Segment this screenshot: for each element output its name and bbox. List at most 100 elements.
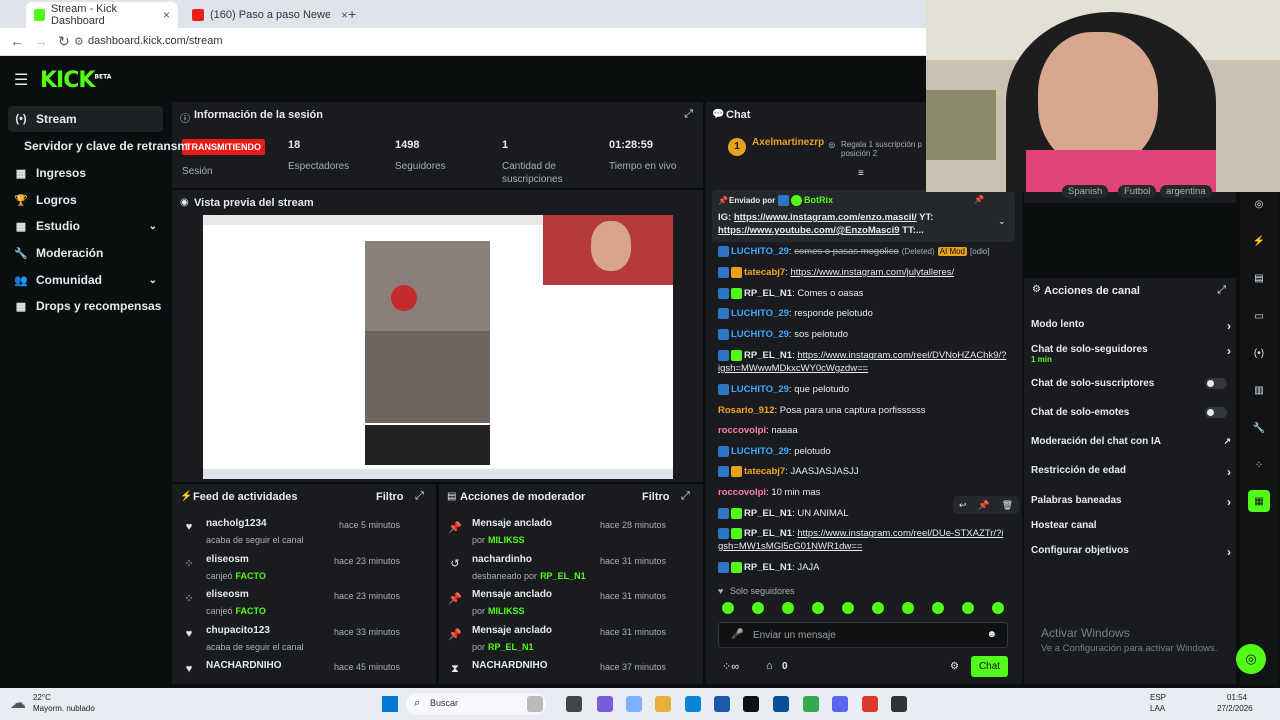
windows-start-icon[interactable] [382,696,398,712]
forward-icon[interactable]: → [34,33,48,49]
tag-chip[interactable]: argentina [1160,185,1212,198]
chat-username[interactable]: RP_EL_N1 [744,508,792,519]
weather-icon[interactable]: ☁ [10,693,26,713]
points-icon[interactable]: ⁘∞ [722,660,739,673]
channel-action-6[interactable]: Palabras baneadas › [1031,495,1231,509]
chevron-right-icon[interactable]: › [1227,344,1231,358]
feed-name[interactable]: eliseosm [206,554,249,565]
close-tab-icon[interactable]: × [341,8,348,22]
channel-action-5[interactable]: Restricción de edad › [1031,465,1231,479]
toggle-switch[interactable] [1205,378,1227,389]
photoshop-icon[interactable] [773,696,789,712]
obs-icon[interactable] [891,696,907,712]
chat-username[interactable]: tatecabj7 [744,466,785,477]
sidebar-item-0[interactable]: (•) Stream [8,106,163,132]
mic-icon[interactable]: 🎤 [731,629,743,640]
document-icon[interactable]: ▤ [1248,267,1270,289]
site-info-icon[interactable]: ⚙ [74,35,84,48]
emote-icon[interactable] [932,602,944,614]
chat-username[interactable]: LUCHITO_29 [731,246,789,257]
store-icon[interactable] [714,696,730,712]
feed-name[interactable]: chupacito123 [206,625,270,636]
gift-box-icon[interactable]: ⌂ [766,660,773,672]
feed-name[interactable]: NACHARDNIHO [472,660,548,671]
clock-time[interactable]: 01:54 [1227,693,1247,702]
tiktok-icon[interactable] [743,696,759,712]
feed-name[interactable]: nachardinho [472,554,532,565]
popout-icon[interactable]: ⤢ [415,490,424,503]
channel-action-0[interactable]: Modo lento › [1031,319,1231,333]
feed-name[interactable]: Mensaje anclado [472,625,552,636]
mod-filter-button[interactable]: Filtro [642,491,670,503]
emote-icon[interactable] [722,602,734,614]
photos-icon[interactable] [626,696,642,712]
feed-name[interactable]: NACHARDNIHO [206,660,282,671]
new-tab-button[interactable]: + [348,6,356,22]
reload-icon[interactable]: ↻ [58,33,70,50]
chat-username[interactable]: LUCHITO_29 [731,329,789,340]
chevron-right-icon[interactable]: › [1227,545,1231,559]
sidebar-item-1[interactable]: Servidor y clave de retransm [8,133,188,159]
activity-filter-button[interactable]: Filtro [376,491,404,503]
terminal-icon[interactable] [566,696,582,712]
emote-icon[interactable] [992,602,1004,614]
clock-date[interactable]: 27/2/2026 [1217,704,1253,713]
channel-action-3[interactable]: Chat de solo-emotes [1031,407,1231,421]
lang-2[interactable]: LAA [1150,704,1165,713]
chat-username[interactable]: RP_EL_N1 [744,562,792,573]
pinned-link-yt[interactable]: https://www.youtube.com/@EnzoMasci9 [718,225,900,236]
settings-icon[interactable]: ⚙ [950,661,959,672]
emote-icon[interactable] [752,602,764,614]
channel-action-7[interactable]: Hostear canal [1031,520,1231,534]
kick-logo[interactable]: KICKBETA [40,68,111,93]
back-icon[interactable]: ← [10,33,24,49]
pinned-by[interactable]: BotRix [804,195,833,205]
chat-username[interactable]: Rosario_912 [718,405,775,416]
menu-icon[interactable]: ☰ [14,70,28,90]
chevron-right-icon[interactable]: › [1227,319,1231,333]
bolt-icon[interactable]: ⚡ [1248,230,1270,252]
chat-username[interactable]: LUCHITO_29 [731,308,789,319]
dots-icon[interactable]: ⁘ [1248,454,1270,476]
lang-1[interactable]: ESP [1150,693,1166,702]
tag-chip[interactable]: Futbol [1118,185,1157,198]
chevron-right-icon[interactable]: › [1227,495,1231,509]
sidebar-item-6[interactable]: 👥 Comunidad ⌄ [8,267,163,293]
emote-icon[interactable] [812,602,824,614]
sidebar-item-7[interactable]: ▦ Drops y recompensas [8,293,163,319]
pinned-link-ig[interactable]: https://www.instagram.com/enzo.mascil/ [734,212,917,223]
chat-username[interactable]: roccovolpi [718,425,766,436]
emoji-icon[interactable]: ☻ [986,629,997,640]
emote-icon[interactable] [782,602,794,614]
chat-username[interactable]: roccovolpi [718,487,766,498]
emote-icon[interactable] [962,602,974,614]
discord-icon[interactable] [832,696,848,712]
close-tab-icon[interactable]: × [163,8,170,22]
taskbar-search[interactable]: ⌕ Buscar [406,693,546,715]
emote-icon[interactable] [842,602,854,614]
sidebar-item-2[interactable]: ▦ Ingresos [8,160,163,186]
popout-icon[interactable]: ⤢ [1217,284,1226,297]
chat-username[interactable]: RP_EL_N1 [744,350,792,361]
chrome-icon[interactable] [803,696,819,712]
popout-icon[interactable]: ⤢ [681,490,690,503]
sidebar-item-4[interactable]: ▦ Estudio ⌄ [8,213,163,239]
stream-preview-video[interactable] [203,215,673,479]
focus-icon[interactable]: ◎ [1248,193,1270,215]
chat-username[interactable]: tatecabj7 [744,267,785,278]
tab-youtube[interactable]: (160) Paso a paso Newells vs Es × [184,2,356,28]
chat-input[interactable]: 🎤 Enviar un mensaje ☻ [718,622,1008,648]
chat-bubble-icon[interactable]: ▭ [1248,305,1270,327]
channel-action-8[interactable]: Configurar objetivos › [1031,545,1231,559]
feed-name[interactable]: Mensaje anclado [472,589,552,600]
channel-action-4[interactable]: Moderación del chat con IA ↗ [1031,436,1231,450]
feed-name[interactable]: eliseosm [206,589,249,600]
expand-icon[interactable]: ⌄ [998,216,1006,227]
gift-user[interactable]: Axelmartinezrp [752,137,824,148]
url-text[interactable]: dashboard.kick.com/stream [88,35,223,47]
emote-icon[interactable] [872,602,884,614]
support-icon[interactable]: ◎ [1236,644,1266,674]
chat-text[interactable]: https://www.instagram.com/julytalleres/ [790,267,954,278]
folder-icon[interactable] [655,696,671,712]
channel-action-1[interactable]: Chat de solo-seguidores 1 min › [1031,344,1231,364]
